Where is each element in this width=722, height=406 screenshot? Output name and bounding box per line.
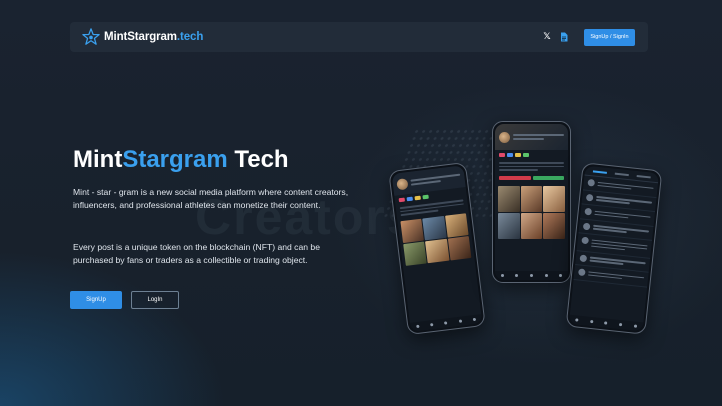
brand-name: MintStargram.tech — [104, 31, 204, 43]
nav-actions: 𝕏 SignUp / SignIn — [542, 28, 635, 46]
x-icon[interactable]: 𝕏 — [542, 32, 552, 42]
login-button[interactable]: LogIn — [131, 291, 179, 309]
phone-mockup-feed — [565, 162, 663, 335]
phone-mockup-gallery — [492, 121, 571, 283]
brand[interactable]: MintStargram.tech — [82, 28, 203, 46]
signup-button[interactable]: SignUp — [70, 291, 122, 309]
star-logo-icon — [82, 28, 100, 45]
signup-signin-button[interactable]: SignUp / SignIn — [584, 28, 635, 46]
hero-nft-description: Every post is a unique token on the bloc… — [73, 242, 320, 265]
top-navbar: MintStargram.tech 𝕏 SignUp / SignIn — [70, 22, 648, 52]
document-icon[interactable] — [559, 32, 569, 42]
hero-title: MintStargram Tech — [73, 146, 289, 173]
hero-description: Mint - star - gram is a new social media… — [73, 187, 349, 210]
